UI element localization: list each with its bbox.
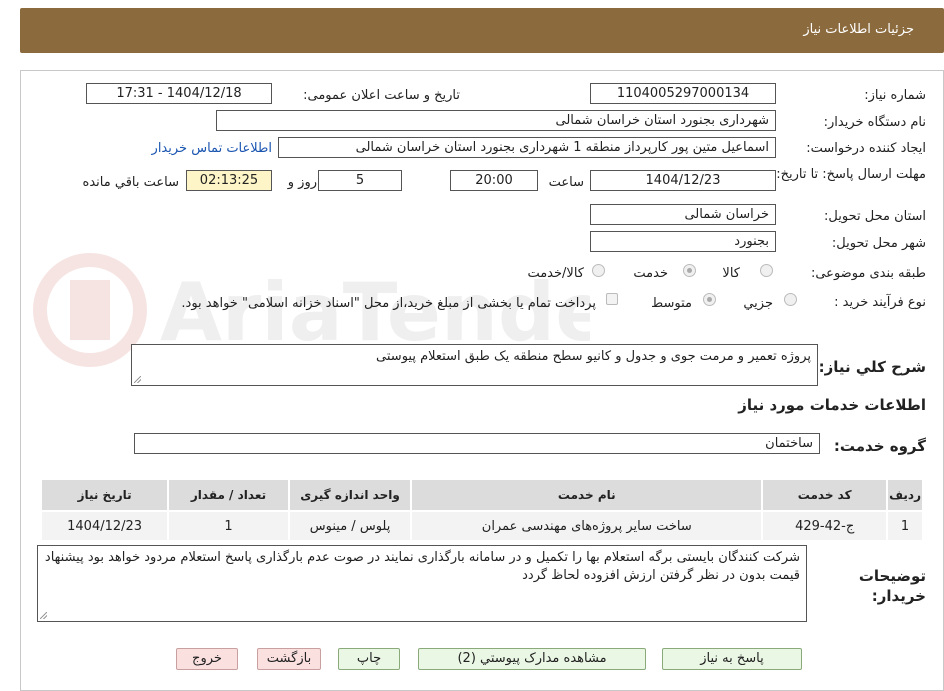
- col-row-number: رديف: [886, 478, 924, 512]
- cell-unit: پلوس / مینوس: [287, 510, 413, 542]
- print-button[interactable]: چاپ: [338, 648, 400, 670]
- cell-service-name: ساخت سایر پروژه‌های مهندسی عمران: [410, 510, 764, 542]
- announce-datetime-label: تاریخ و ساعت اعلان عمومی:: [303, 88, 460, 103]
- buyer-notes-text: شرکت کنندگان بایستی برگه استعلام بها را …: [44, 550, 800, 583]
- category-option-goods: کالا: [722, 266, 740, 281]
- service-group-label: گروه خدمت:: [833, 437, 926, 455]
- category-option-service: خدمت: [633, 266, 668, 281]
- purchase-radio-medium[interactable]: [703, 293, 716, 306]
- purchase-option-medium: متوسط: [651, 296, 692, 311]
- deadline-time-label: ساعت: [548, 175, 584, 190]
- deadline-time-field: 20:00: [450, 170, 538, 191]
- back-button[interactable]: بازگشت: [257, 648, 321, 670]
- col-unit: واحد اندازه گیری: [287, 478, 413, 512]
- buyer-org-label: نام دستگاه خریدار:: [823, 115, 926, 130]
- cell-row-number: 1: [886, 510, 924, 542]
- col-service-code: کد خدمت: [761, 478, 889, 512]
- description-textarea: پروژه تعمیر و مرمت جوی و جدول و کانیو سط…: [131, 344, 818, 386]
- resize-grip-icon[interactable]: [134, 376, 141, 383]
- description-text: پروژه تعمیر و مرمت جوی و جدول و کانیو سط…: [376, 349, 811, 364]
- cell-need-date: 1404/12/23: [39, 510, 170, 542]
- requester-label: ایجاد کننده درخواست:: [806, 141, 926, 156]
- services-section-title: اطلاعات خدمات مورد نياز: [738, 396, 926, 414]
- col-need-date: تاریخ نیاز: [39, 478, 170, 512]
- exit-button[interactable]: خروج: [176, 648, 238, 670]
- buyer-contact-link[interactable]: اطلاعات تماس خریدار: [152, 141, 272, 156]
- resize-grip-icon[interactable]: [40, 612, 47, 619]
- reply-button[interactable]: پاسخ به نیاز: [662, 648, 802, 670]
- description-label: شرح كلي نياز:: [818, 358, 926, 376]
- treasury-payment-note: پرداخت تمام یا بخشی از مبلغ خرید،از محل …: [181, 296, 596, 311]
- services-table: رديف کد خدمت نام خدمت واحد اندازه گیری ت…: [39, 478, 924, 542]
- treasury-payment-checkbox[interactable]: [606, 293, 618, 305]
- purchase-radio-minor[interactable]: [784, 293, 797, 306]
- category-radio-goods-service[interactable]: [592, 264, 605, 277]
- view-attachments-button[interactable]: مشاهده مدارک پیوستي (2): [418, 648, 646, 670]
- category-radio-service[interactable]: [683, 264, 696, 277]
- page-title: جزئیات اطلاعات نیاز: [803, 22, 914, 37]
- buyer-org-field: شهرداری بجنورد استان خراسان شمالی: [216, 110, 776, 131]
- delivery-province-label: استان محل تحویل:: [824, 209, 926, 224]
- cell-service-code: ج-42-429: [761, 510, 889, 542]
- deadline-days-field: 5: [318, 170, 402, 191]
- category-label: طبقه بندی موضوعی:: [810, 266, 926, 281]
- table-row: 1 ج-42-429 ساخت سایر پروژه‌های مهندسی عم…: [39, 510, 924, 542]
- col-service-name: نام خدمت: [410, 478, 764, 512]
- need-number-field: 1104005297000134: [590, 83, 776, 104]
- category-option-goods-service: کالا/خدمت: [527, 266, 584, 281]
- col-quantity: تعداد / مقدار: [167, 478, 290, 512]
- deadline-days-label: روز و: [287, 175, 317, 190]
- service-group-field: ساختمان: [134, 433, 820, 454]
- requester-field: اسماعیل متین پور کارپرداز منطقه 1 شهردار…: [278, 137, 776, 158]
- need-number-label: شماره نیاز:: [864, 88, 926, 103]
- remaining-time-label: ساعت باقي مانده: [82, 175, 179, 190]
- category-radio-goods[interactable]: [760, 264, 773, 277]
- announce-datetime-field: 1404/12/18 - 17:31: [86, 83, 272, 104]
- page-header: جزئیات اطلاعات نیاز: [20, 8, 944, 53]
- purchase-option-minor: جزيي: [743, 296, 773, 311]
- buyer-notes-label: توضيحات خريدار:: [858, 567, 926, 605]
- buyer-notes-textarea: شرکت کنندگان بایستی برگه استعلام بها را …: [37, 545, 807, 622]
- cell-quantity: 1: [167, 510, 290, 542]
- table-header-row: رديف کد خدمت نام خدمت واحد اندازه گیری ت…: [39, 478, 924, 512]
- delivery-city-label: شهر محل تحویل:: [831, 236, 926, 251]
- purchase-type-label: نوع فرآیند خرید :: [834, 295, 926, 310]
- deadline-label: مهلت ارسال پاسخ: تا تاریخ:: [776, 167, 926, 182]
- delivery-city-field: بجنورد: [590, 231, 776, 252]
- delivery-province-field: خراسان شمالی: [590, 204, 776, 225]
- deadline-date-field: 1404/12/23: [590, 170, 776, 191]
- remaining-time-field: 02:13:25: [186, 170, 272, 191]
